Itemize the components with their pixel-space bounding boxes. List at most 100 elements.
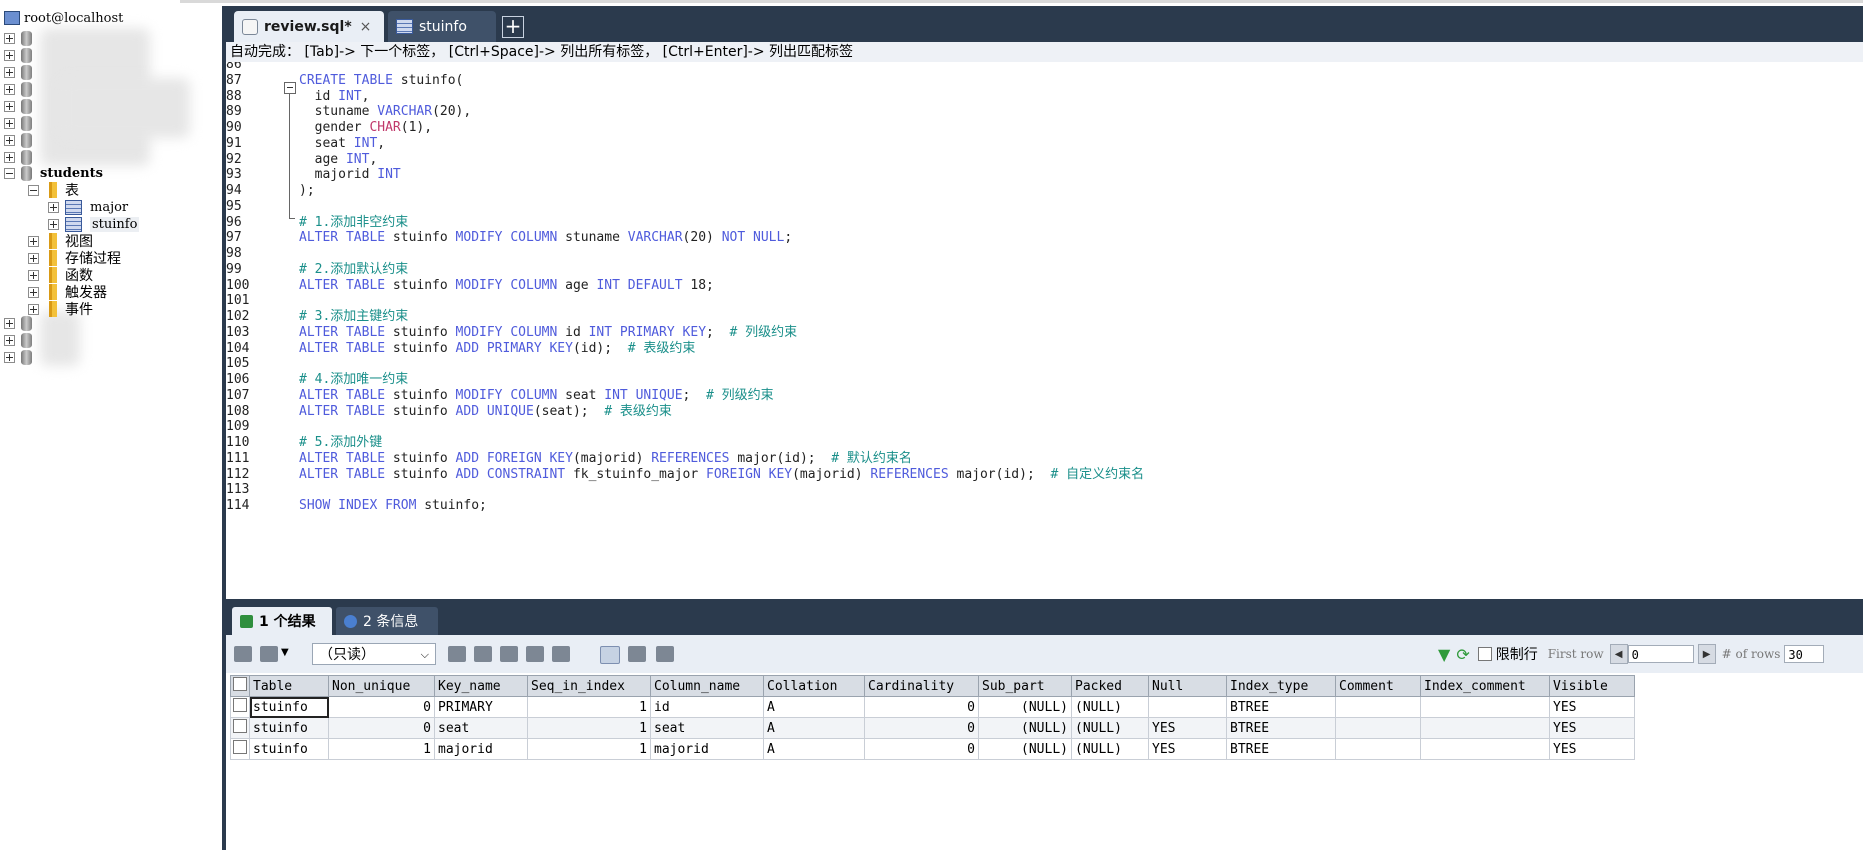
table-cell[interactable]: 1 — [328, 738, 435, 760]
table-cell[interactable]: (NULL) — [1071, 696, 1149, 718]
expand-icon[interactable] — [28, 303, 39, 315]
tab-stuinfo[interactable]: stuinfo — [388, 11, 496, 42]
tab-review-sql[interactable]: review.sql* × — [234, 11, 384, 42]
first-row-input[interactable]: 0 — [1627, 645, 1694, 663]
table-cell[interactable]: (NULL) — [978, 738, 1072, 760]
table-cell[interactable] — [1420, 738, 1550, 760]
table-cell[interactable]: YES — [1549, 717, 1635, 739]
column-header[interactable]: Table — [249, 675, 329, 697]
table-cell[interactable]: 1 — [527, 738, 651, 760]
column-header[interactable]: Column_name — [650, 675, 764, 697]
table-cell[interactable]: (NULL) — [1071, 738, 1149, 760]
table-cell[interactable]: A — [763, 717, 865, 739]
table-cell[interactable]: (NULL) — [978, 696, 1072, 718]
table-cell[interactable]: 0 — [864, 738, 979, 760]
table-cell[interactable] — [1335, 717, 1421, 739]
column-header[interactable]: Visible — [1549, 675, 1635, 697]
table-cell[interactable]: A — [763, 696, 865, 718]
table-cell[interactable]: majorid — [650, 738, 764, 760]
column-header[interactable]: Index_comment — [1420, 675, 1550, 697]
table-cell[interactable]: BTREE — [1226, 717, 1336, 739]
column-header[interactable]: Comment — [1335, 675, 1421, 697]
collapse-icon[interactable] — [28, 184, 39, 196]
grid-view-icon[interactable] — [600, 646, 620, 664]
text-view-icon[interactable] — [656, 646, 674, 662]
expand-icon[interactable] — [48, 201, 59, 213]
column-header[interactable]: Null — [1148, 675, 1227, 697]
copy-row-icon[interactable] — [448, 646, 466, 662]
import-icon[interactable] — [260, 646, 278, 662]
fold-toggle-icon[interactable] — [284, 82, 296, 94]
expand-icon[interactable] — [4, 151, 15, 163]
prev-page-icon[interactable]: ◀ — [1609, 644, 1628, 664]
table-cell[interactable]: PRIMARY — [434, 696, 528, 718]
table-cell[interactable]: 0 — [864, 696, 979, 718]
table-row[interactable]: stuinfo 1 majorid 1 majorid A 0 (NULL) (NULL) YES… — [230, 738, 1635, 760]
expand-icon[interactable] — [48, 218, 59, 230]
table-cell[interactable]: 0 — [328, 717, 435, 739]
expand-icon[interactable] — [28, 269, 39, 281]
expand-icon[interactable] — [28, 235, 39, 247]
table-cell[interactable]: (NULL) — [1071, 717, 1149, 739]
expand-icon[interactable] — [4, 49, 15, 61]
expand-icon[interactable] — [4, 32, 15, 44]
row-checkbox[interactable] — [230, 717, 250, 739]
expand-icon[interactable] — [4, 83, 15, 95]
expand-icon[interactable] — [4, 66, 15, 78]
table-cell[interactable]: 0 — [328, 696, 435, 718]
collapse-icon[interactable] — [4, 167, 15, 179]
table-cell[interactable]: 1 — [527, 717, 651, 739]
export-icon[interactable] — [234, 646, 252, 662]
save-icon[interactable] — [500, 646, 518, 662]
expand-icon[interactable] — [28, 252, 39, 264]
table-cell[interactable]: (NULL) — [978, 717, 1072, 739]
close-icon[interactable]: × — [360, 19, 372, 35]
table-row[interactable]: stuinfo 0 PRIMARY 1 id A 0 (NULL) (NULL) BTREE YES — [230, 696, 1635, 718]
rows-count-input[interactable]: 30 — [1784, 645, 1825, 663]
expand-icon[interactable] — [4, 117, 15, 129]
readonly-select[interactable]: （只读） ⌵ — [312, 643, 436, 665]
table-cell[interactable]: BTREE — [1226, 738, 1336, 760]
folder-node-events[interactable]: 事件 — [28, 299, 93, 319]
table-cell[interactable]: YES — [1549, 696, 1635, 718]
expand-icon[interactable] — [4, 100, 15, 112]
table-cell[interactable]: YES — [1148, 717, 1227, 739]
table-cell[interactable] — [1335, 738, 1421, 760]
column-header[interactable]: Index_type — [1226, 675, 1336, 697]
discard-icon[interactable] — [552, 646, 570, 662]
column-header[interactable]: Collation — [763, 675, 865, 697]
connection-node[interactable]: root@localhost — [2, 8, 123, 28]
dropdown-arrow-icon[interactable]: ▼ — [281, 647, 289, 658]
table-cell[interactable]: A — [763, 738, 865, 760]
column-header[interactable]: Seq_in_index — [527, 675, 651, 697]
table-cell[interactable] — [1335, 696, 1421, 718]
table-cell[interactable] — [1148, 696, 1227, 718]
sql-editor[interactable]: 86 87 CREATE TABLE stuinfo(88 id INT, 89 st… — [226, 62, 1863, 599]
expand-icon[interactable] — [4, 317, 15, 329]
refresh-icon[interactable]: ⟳ — [1456, 645, 1469, 664]
table-cell[interactable]: BTREE — [1226, 696, 1336, 718]
column-header[interactable]: Packed — [1071, 675, 1149, 697]
column-header[interactable]: Key_name — [434, 675, 528, 697]
form-view-icon[interactable] — [628, 646, 646, 662]
table-cell[interactable]: id — [650, 696, 764, 718]
new-tab-button[interactable]: + — [502, 16, 524, 38]
tab-messages[interactable]: 2 条信息 — [336, 607, 438, 635]
column-header[interactable]: Cardinality — [864, 675, 979, 697]
table-cell[interactable]: stuinfo — [249, 717, 329, 739]
limit-rows-checkbox[interactable] — [1477, 647, 1492, 661]
expand-icon[interactable] — [4, 351, 15, 363]
delete-icon[interactable] — [526, 646, 544, 662]
expand-icon[interactable] — [4, 334, 15, 346]
expand-icon[interactable] — [28, 286, 39, 298]
tab-results[interactable]: 1 个结果 — [232, 607, 332, 635]
select-all-checkbox[interactable] — [230, 675, 250, 697]
column-header[interactable]: Sub_part — [978, 675, 1072, 697]
table-cell[interactable]: stuinfo — [249, 696, 329, 718]
expand-icon[interactable] — [4, 134, 15, 146]
table-cell[interactable]: 1 — [527, 696, 651, 718]
row-checkbox[interactable] — [230, 738, 250, 760]
next-page-icon[interactable]: ▶ — [1697, 644, 1716, 664]
table-cell[interactable]: seat — [650, 717, 764, 739]
row-checkbox[interactable] — [230, 696, 250, 718]
